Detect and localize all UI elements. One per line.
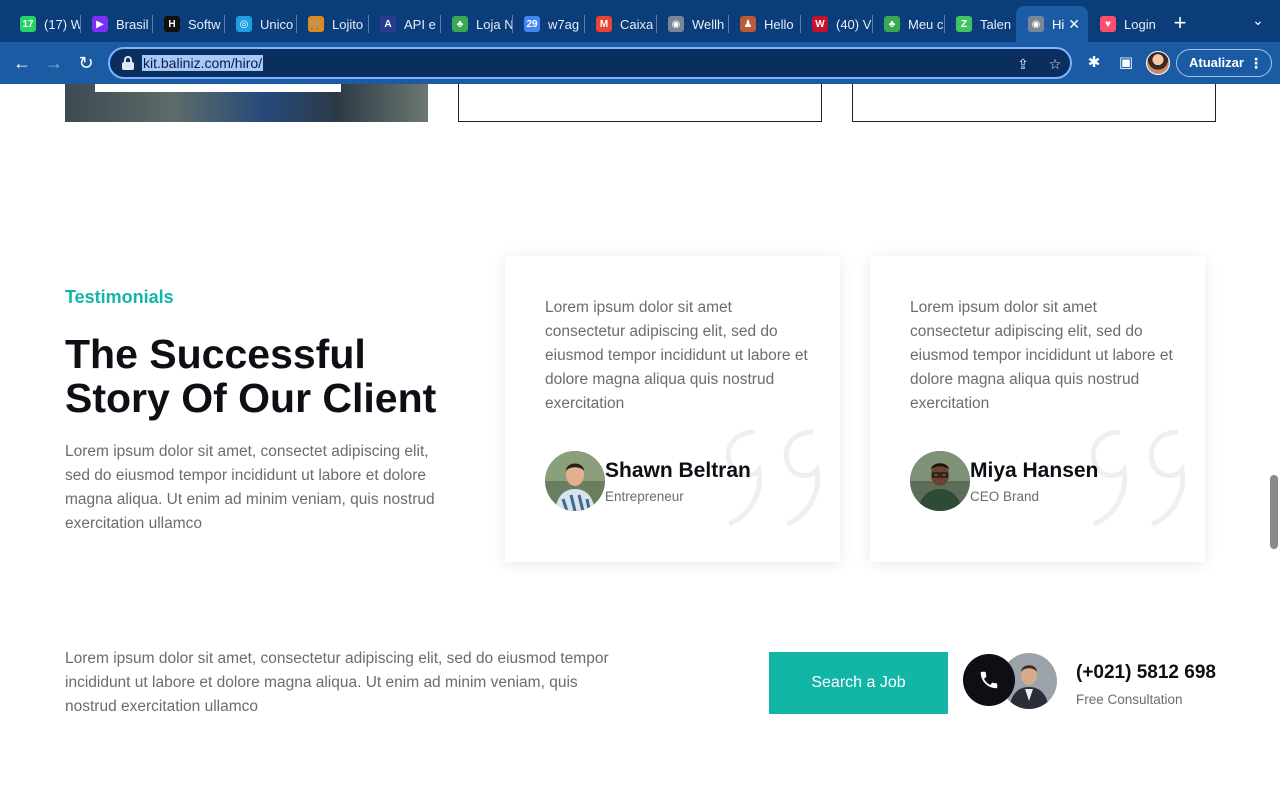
testimonial-card: Lorem ipsum dolor sit amet consectetur a… <box>870 256 1205 562</box>
browser-tab[interactable]: ▶ Brasil <box>80 6 152 42</box>
tab-strip: 17 (17) W ▶ Brasil H Softw ◎ Unico 🛒 Lojito A API e… <box>0 0 1280 42</box>
cart-icon: 🛒 <box>308 16 324 32</box>
tab-title: Login <box>1124 16 1156 32</box>
leaf-icon: ♣ <box>884 16 900 32</box>
close-tab-icon[interactable]: ✕ <box>1068 16 1080 33</box>
client-role: Entrepreneur <box>605 489 684 504</box>
browser-tab[interactable]: 🛒 Lojito <box>296 6 368 42</box>
tab-title: API e <box>404 16 436 32</box>
share-icon[interactable]: ⇪ <box>1014 55 1032 73</box>
update-button-label: Atualizar <box>1189 55 1244 70</box>
calendar-icon: 29 <box>524 16 540 32</box>
extensions-puzzle-icon[interactable]: ✱ <box>1084 53 1104 73</box>
browser-tab[interactable]: M Caixa <box>584 6 656 42</box>
browser-tab[interactable]: ♥ Login <box>1088 6 1160 42</box>
avatar <box>910 451 970 511</box>
address-bar[interactable]: kit.baliniz.com/hiro/ ⇪ ☆ <box>108 47 1072 79</box>
url-text[interactable]: kit.baliniz.com/hiro/ <box>142 55 264 71</box>
tab-title: (17) W <box>44 16 80 32</box>
browser-tab[interactable]: Z Talen <box>944 6 1016 42</box>
tab-title: Unico <box>260 16 294 32</box>
tab-title: Lojito <box>332 16 364 32</box>
vercel-like-icon: ▶ <box>92 16 108 32</box>
browser-tab[interactable]: ♣ Meu c <box>872 6 944 42</box>
profile-avatar[interactable] <box>1146 51 1170 75</box>
globe-icon: ◉ <box>668 16 684 32</box>
section-description: Lorem ipsum dolor sit amet, consectet ad… <box>65 443 435 532</box>
new-tab-button[interactable]: + <box>1168 12 1192 36</box>
tab-title: Loja N <box>476 16 512 32</box>
testimonial-card: Lorem ipsum dolor sit amet consectetur a… <box>505 256 840 562</box>
page-viewport: Testimonials The Successful Story Of Our… <box>0 84 1280 800</box>
browser-tab[interactable]: W (40) V <box>800 6 872 42</box>
browser-tab[interactable]: ♟ Hello <box>728 6 800 42</box>
browser-tab[interactable]: ♣ Loja N <box>440 6 512 42</box>
browser-toolbar: ← → ↻ kit.baliniz.com/hiro/ ⇪ ☆ ✱ ▣ Atua… <box>0 42 1280 84</box>
forward-arrow-icon[interactable]: → <box>40 50 68 78</box>
tab-title: w7ag <box>548 16 580 32</box>
browser-tab[interactable]: ◎ Unico <box>224 6 296 42</box>
unico-icon: ◎ <box>236 16 252 32</box>
tab-title: Meu c <box>908 16 944 32</box>
gmail-icon: M <box>596 16 612 32</box>
tab-title: Talen <box>980 16 1012 32</box>
testimonial-quote: Lorem ipsum dolor sit amet consectetur a… <box>545 299 808 412</box>
cta-description: Lorem ipsum dolor sit amet, consectetur … <box>65 650 609 715</box>
browser-tab[interactable]: A API e <box>368 6 440 42</box>
tab-title: Hello <box>764 16 794 32</box>
update-button[interactable]: Atualizar ⋮ <box>1176 49 1272 77</box>
feature-card-partial <box>458 84 822 122</box>
browser-tab[interactable]: 29 w7ag <box>512 6 584 42</box>
back-arrow-icon[interactable]: ← <box>8 50 36 78</box>
phone-icon[interactable] <box>963 654 1015 706</box>
avatar <box>545 451 605 511</box>
more-menu-icon[interactable]: ⋮ <box>1249 50 1263 76</box>
feature-card-partial <box>852 84 1216 122</box>
w-logo-icon: W <box>812 16 828 32</box>
tab-title: (40) V <box>836 16 872 32</box>
lock-icon[interactable] <box>122 56 134 70</box>
side-panel-icon[interactable]: ▣ <box>1116 53 1136 73</box>
tab-title: Wellh <box>692 16 725 32</box>
client-role: CEO Brand <box>970 489 1040 504</box>
tab-title: Hi <box>1052 16 1065 32</box>
talent-icon: Z <box>956 16 972 32</box>
leaf-icon: ♣ <box>452 16 468 32</box>
api-icon: A <box>380 16 396 32</box>
tab-title: Caixa <box>620 16 654 32</box>
page-scrollbar-thumb[interactable] <box>1270 475 1278 549</box>
person-icon: ♟ <box>740 16 756 32</box>
bookmark-star-icon[interactable]: ☆ <box>1046 55 1064 73</box>
photo-caption-bar <box>95 84 341 92</box>
tab-title: Softw <box>188 16 221 32</box>
section-title: The Successful Story Of Our Client <box>65 331 437 421</box>
globe-icon: ◉ <box>1028 16 1044 32</box>
tab-search-chevron-icon[interactable]: ⌄ <box>1248 12 1268 32</box>
phone-number[interactable]: (+021) 5812 698 <box>1076 662 1216 684</box>
search-job-button[interactable]: Search a Job <box>769 652 948 714</box>
h-logo-icon: H <box>164 16 180 32</box>
browser-tab[interactable]: ◉ Hi ✕ <box>1016 6 1088 42</box>
section-tag: Testimonials <box>65 287 174 307</box>
testimonial-quote: Lorem ipsum dolor sit amet consectetur a… <box>910 299 1173 412</box>
heart-icon: ♥ <box>1100 16 1116 32</box>
client-name: Shawn Beltran <box>605 459 751 482</box>
client-name: Miya Hansen <box>970 459 1099 482</box>
phone-caption: Free Consultation <box>1076 692 1183 707</box>
team-photo-partial <box>65 84 428 122</box>
whatsapp-icon: 17 <box>20 16 36 32</box>
tab-title: Brasil <box>116 16 149 32</box>
browser-tab[interactable]: 17 (17) W <box>8 6 80 42</box>
reload-icon[interactable]: ↻ <box>72 50 100 78</box>
browser-tab[interactable]: H Softw <box>152 6 224 42</box>
browser-tab[interactable]: ◉ Wellh <box>656 6 728 42</box>
